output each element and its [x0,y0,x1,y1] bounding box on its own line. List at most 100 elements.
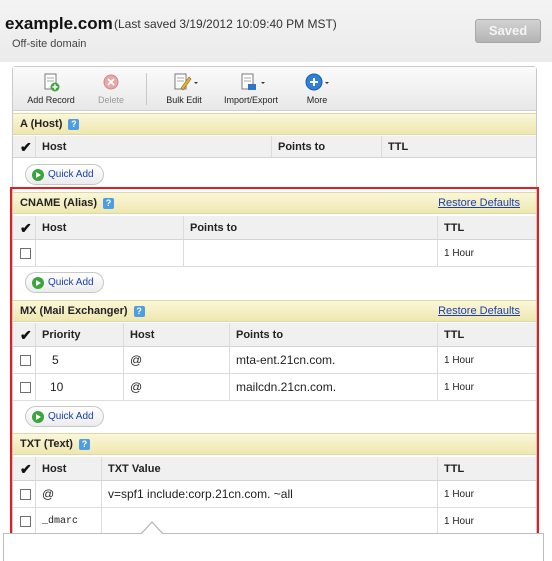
bulk-edit-label: Bulk Edit [166,95,202,105]
mx-points-to-cell[interactable]: mailcdn.21cn.com. [229,374,437,400]
mx-quick-add-row: Quick Add [13,401,536,434]
play-icon [32,276,44,289]
mx-col-ttl: TTL [437,323,538,346]
select-all-checkmark-icon[interactable]: ✔ [13,216,35,239]
mx-section-title: MX (Mail Exchanger) [20,305,128,317]
help-icon[interactable]: ? [78,438,90,450]
a-table-header: ✔ Host Points to TTL [13,136,536,158]
mx-section-header: MX (Mail Exchanger)? Restore Defaults [13,300,536,322]
page-header: example.com (Last saved 3/19/2012 10:09:… [0,0,552,62]
domain-subtitle: Off-site domain [12,38,87,50]
quick-add-label: Quick Add [48,277,94,288]
row-checkbox[interactable] [20,488,31,500]
mx-points-to-cell[interactable]: mta-ent.21cn.com. [229,347,437,373]
play-icon [32,168,44,181]
table-row[interactable]: 10 @ mailcdn.21cn.com. 1 Hour [13,374,536,401]
delete-button[interactable]: Delete [92,71,130,105]
help-icon[interactable]: ? [68,118,80,130]
play-icon [32,410,44,423]
last-saved-info: (Last saved 3/19/2012 10:09:40 PM MST) [114,17,337,31]
bulk-edit-icon [174,73,198,91]
row-checkbox[interactable] [20,354,31,366]
txt-ttl-cell[interactable]: 1 Hour [437,508,538,534]
help-icon[interactable]: ? [103,197,115,209]
cname-section-title: CNAME (Alias) [20,197,98,209]
cname-quick-add-row: Quick Add [13,267,536,300]
txt-ttl-cell[interactable]: 1 Hour [437,481,538,507]
mx-restore-defaults-link[interactable]: Restore Defaults [438,301,520,322]
mx-ttl-cell[interactable]: 1 Hour [437,374,538,400]
row-select-cell [13,374,35,400]
more-icon [305,73,329,91]
more-label: More [306,95,328,105]
mx-table-header: ✔ Priority Host Points to TTL [13,323,536,347]
txt-section-header: TXT (Text)? [13,433,536,455]
txt-col-ttl: TTL [437,457,538,480]
mx-col-priority: Priority [35,323,123,346]
mx-host-cell[interactable]: @ [123,347,229,373]
row-checkbox[interactable] [20,515,31,527]
txt-section-title: TXT (Text) [20,438,73,450]
a-col-host: Host [35,136,271,157]
txt-host-cell[interactable]: @ [35,481,101,507]
add-record-label: Add Record [27,95,75,105]
row-checkbox[interactable] [20,381,31,393]
callout-pointer-inner [141,523,163,535]
row-checkbox[interactable] [20,247,31,259]
quick-add-label: Quick Add [48,169,94,180]
select-all-checkmark-icon[interactable]: ✔ [13,136,35,157]
delete-label: Delete [97,95,124,105]
txt-host-cell[interactable]: _dmarc [35,508,101,534]
import-export-label: Import/Export [223,95,279,105]
table-row[interactable]: @ v=spf1 include:corp.21cn.com. ~all 1 H… [13,481,536,508]
cname-points-to-cell[interactable] [183,240,437,266]
import-export-icon [241,73,265,90]
table-row[interactable]: _dmarc 1 Hour [13,508,536,535]
cname-host-cell[interactable] [35,240,183,266]
cname-col-ttl: TTL [437,216,538,239]
dns-toolbar: Add Record Delete Bulk Edit Import/Expor… [13,67,536,111]
cname-ttl-cell[interactable]: 1 Hour [437,240,538,266]
dns-zone-panel: Add Record Delete Bulk Edit Import/Expor… [12,66,537,561]
mx-priority-cell[interactable]: 10 [35,374,123,400]
mx-host-cell[interactable]: @ [123,374,229,400]
cname-quick-add-button[interactable]: Quick Add [25,272,104,293]
a-quick-add-row: Quick Add [13,159,536,192]
select-all-checkmark-icon[interactable]: ✔ [13,323,35,346]
delete-icon [103,74,119,90]
help-icon[interactable]: ? [133,305,145,317]
row-select-cell [13,347,35,373]
domain-title: example.com [5,14,113,33]
callout-bubble [3,533,544,561]
a-col-points-to: Points to [271,136,381,157]
saved-button[interactable]: Saved [475,19,541,43]
a-quick-add-button[interactable]: Quick Add [25,164,104,185]
mx-col-points-to: Points to [229,323,437,346]
a-col-ttl: TTL [381,136,538,157]
mx-col-host: Host [123,323,229,346]
cname-col-host: Host [35,216,183,239]
cname-section-header: CNAME (Alias)? Restore Defaults [13,192,536,214]
select-all-checkmark-icon[interactable]: ✔ [13,457,35,480]
txt-col-host: Host [35,457,101,480]
txt-table-header: ✔ Host TXT Value TTL [13,457,536,481]
txt-value-cell[interactable]: v=spf1 include:corp.21cn.com. ~all [101,481,437,507]
toolbar-divider [146,73,147,105]
more-button[interactable]: More [300,71,334,105]
bulk-edit-button[interactable]: Bulk Edit [163,71,205,105]
row-select-cell [13,481,35,507]
mx-ttl-cell[interactable]: 1 Hour [437,347,538,373]
mx-quick-add-button[interactable]: Quick Add [25,406,104,427]
cname-restore-defaults-link[interactable]: Restore Defaults [438,193,520,214]
a-section-title: A (Host) [20,118,63,130]
cname-col-points-to: Points to [183,216,437,239]
table-row[interactable]: 1 Hour [13,240,536,267]
mx-priority-cell[interactable]: 5 [35,347,123,373]
add-record-button[interactable]: Add Record [26,71,76,105]
row-select-cell [13,508,35,534]
txt-col-value: TXT Value [101,457,437,480]
cname-table-header: ✔ Host Points to TTL [13,216,536,240]
add-record-icon [44,73,60,92]
table-row[interactable]: 5 @ mta-ent.21cn.com. 1 Hour [13,347,536,374]
import-export-button[interactable]: Import/Export [221,71,281,105]
